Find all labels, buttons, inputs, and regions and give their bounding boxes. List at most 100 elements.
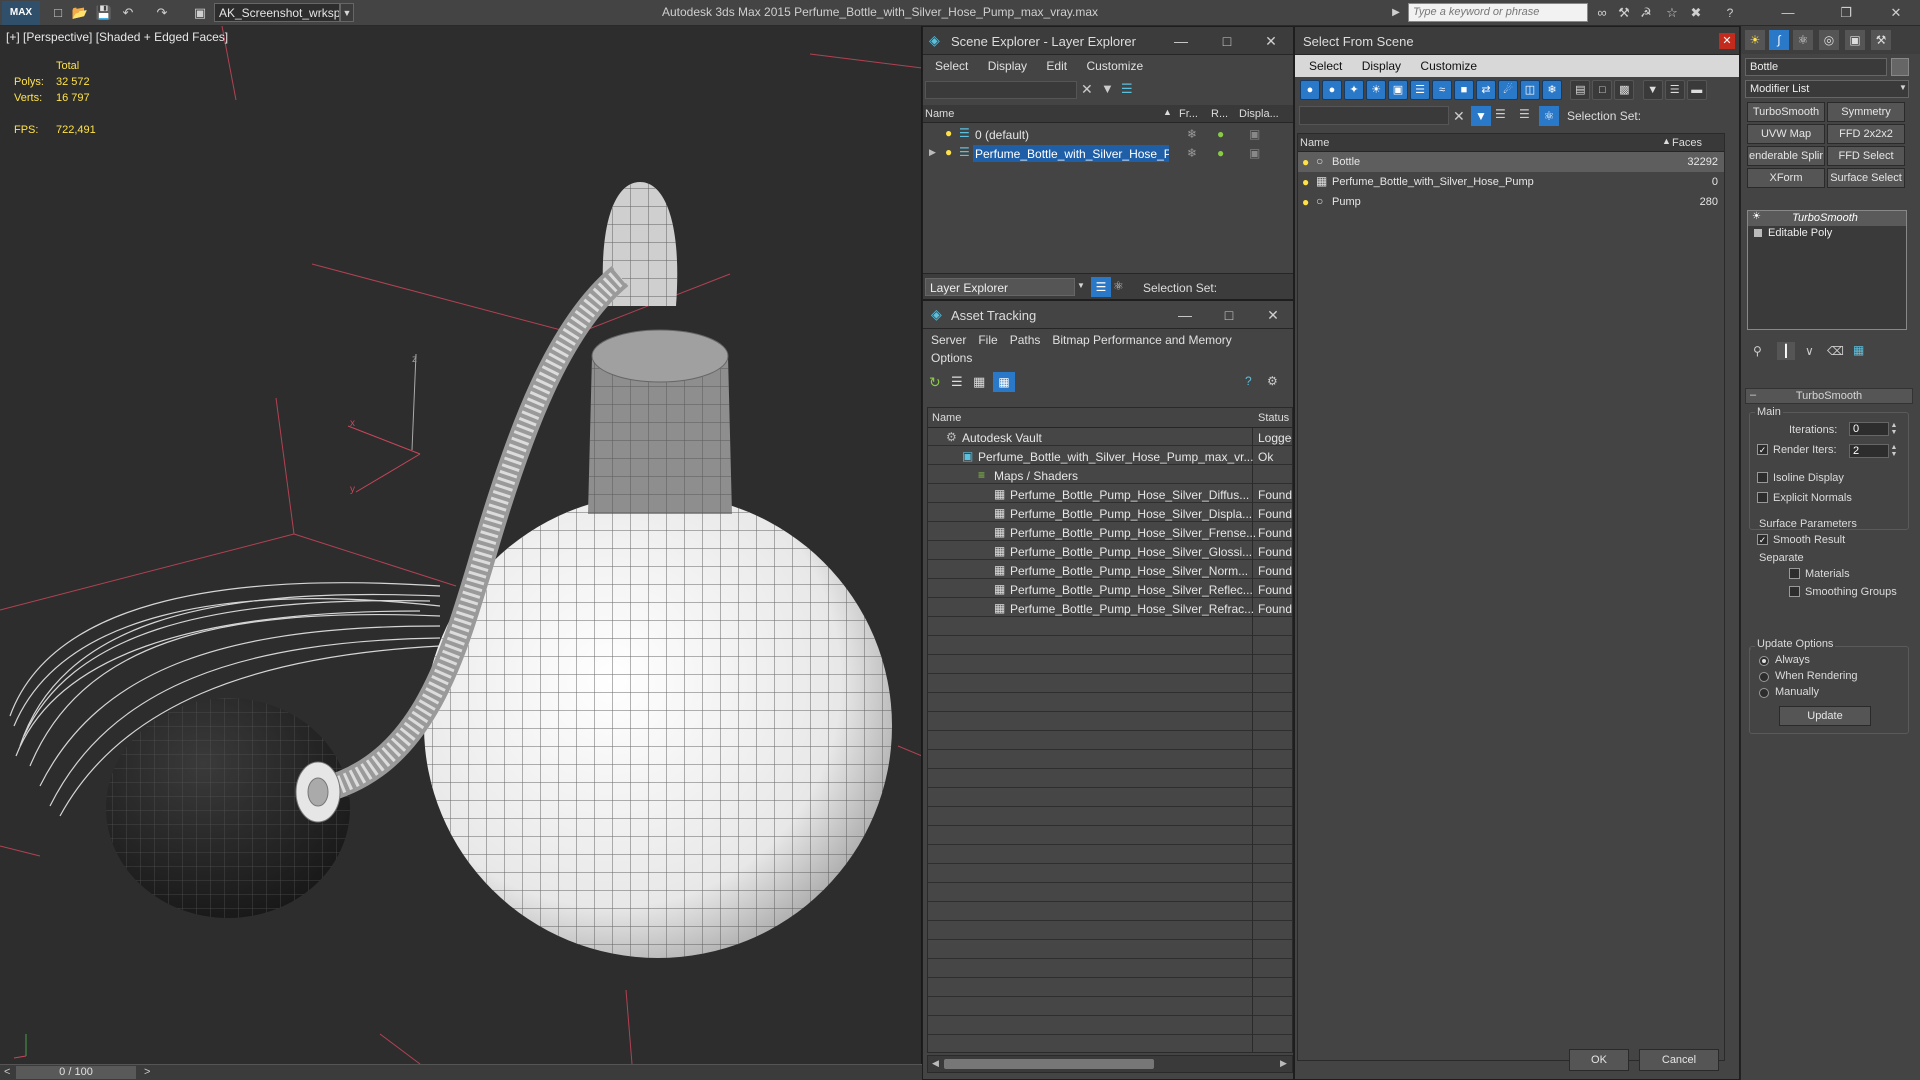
smooth-result-checkbox[interactable]: ✓ xyxy=(1757,534,1768,545)
favorites-star-icon[interactable]: ☆ xyxy=(1662,3,1682,23)
remove-modifier-icon[interactable]: ⌫ xyxy=(1827,345,1844,357)
layers-mode-icon[interactable]: ☰ xyxy=(1091,277,1111,297)
dropdown-arrow-icon[interactable]: ▼ xyxy=(1077,282,1085,290)
settings-icon[interactable]: ⚙ xyxy=(1267,375,1278,387)
menu-display[interactable]: Display xyxy=(980,55,1035,77)
horizontal-scrollbar[interactable]: ◀ ▶ xyxy=(927,1055,1293,1073)
layers-view-icon[interactable]: ☰ xyxy=(1519,108,1530,120)
open-file-icon[interactable]: 📂 xyxy=(70,3,90,23)
subscription-icon[interactable]: ☭ xyxy=(1636,3,1656,23)
column-status[interactable]: Status xyxy=(1258,412,1289,424)
create-tab-icon[interactable]: ☀ xyxy=(1745,30,1765,50)
isoline-display-checkbox[interactable] xyxy=(1757,472,1768,483)
freeze-icon[interactable]: ❄ xyxy=(1187,128,1197,140)
new-file-icon[interactable]: □ xyxy=(48,3,68,23)
display-box-icon[interactable]: ▣ xyxy=(1249,147,1260,159)
surface-select-button[interactable]: Surface Select xyxy=(1827,168,1905,188)
clear-search-icon[interactable]: ✕ xyxy=(1081,82,1093,96)
render-teapot-icon[interactable]: ● xyxy=(1217,128,1224,140)
asset-tracking-titlebar[interactable]: ◈ Asset Tracking — □ ✕ xyxy=(923,301,1293,329)
lightbulb-icon[interactable]: ● xyxy=(1302,196,1309,208)
lightbulb-icon[interactable]: ● xyxy=(945,127,952,139)
hierarchy-tab-icon[interactable]: ⚛ xyxy=(1793,30,1813,50)
menu-server[interactable]: Server xyxy=(925,329,972,351)
layer-row[interactable]: ● ☰ 0 (default) ❄ ● ▣ xyxy=(923,125,1293,144)
asset-row[interactable]: ▦ Perfume_Bottle_Pump_Hose_Silver_Norm...… xyxy=(928,561,1292,580)
scroll-right-icon[interactable]: ▶ xyxy=(1280,1058,1287,1069)
search-arrow-icon[interactable]: ▶ xyxy=(1386,3,1406,23)
keyword-search-input[interactable]: Type a keyword or phrase xyxy=(1408,3,1588,22)
stack-item-editable-poly[interactable]: Editable Poly xyxy=(1748,226,1906,241)
camera-filter-icon[interactable]: ▣ xyxy=(1388,80,1408,100)
layer-stack-icon[interactable]: ☰ xyxy=(1495,108,1506,120)
motion-tab-icon[interactable]: ◎ xyxy=(1819,30,1839,50)
minimize-icon[interactable]: — xyxy=(1778,3,1798,23)
list-view-icon[interactable]: ☰ xyxy=(951,375,963,388)
configure-modifier-sets-icon[interactable]: ▦ xyxy=(1853,344,1864,356)
scene-object-row[interactable]: ● ▦ Perfume_Bottle_with_Silver_Hose_Pump 0 xyxy=(1298,172,1724,192)
lightbulb-icon[interactable]: ● xyxy=(945,146,952,158)
layer-row[interactable]: ▶ ● ☰ Perfume_Bottle_with_Silver_Hose_Pu… xyxy=(923,144,1293,163)
collapse-icon[interactable]: ▬ xyxy=(1686,80,1707,100)
asset-row[interactable]: ≡ Maps / Shaders xyxy=(928,466,1292,485)
menu-select[interactable]: Select xyxy=(1301,55,1350,77)
display-tab-icon[interactable]: ▣ xyxy=(1845,30,1865,50)
close-icon[interactable]: ✕ xyxy=(1719,33,1735,49)
menu-customize[interactable]: Customize xyxy=(1078,55,1151,77)
next-frame-button[interactable]: > xyxy=(144,1066,150,1078)
frozen-filter-icon[interactable]: ❄ xyxy=(1542,80,1562,100)
asset-row[interactable]: ▦ Perfume_Bottle_Pump_Hose_Silver_Refrac.… xyxy=(928,599,1292,618)
spinner-arrows-icon[interactable]: ▲ ▼ xyxy=(1889,422,1899,436)
scroll-thumb[interactable] xyxy=(944,1059,1154,1069)
ffd-2x2x2-button[interactable]: FFD 2x2x2 xyxy=(1827,124,1905,144)
object-color-swatch[interactable] xyxy=(1891,58,1909,76)
materials-checkbox[interactable] xyxy=(1789,568,1800,579)
symmetry-button[interactable]: Symmetry xyxy=(1827,102,1905,122)
spinner-arrows-icon[interactable]: ▲ ▼ xyxy=(1889,444,1899,458)
update-button[interactable]: Update xyxy=(1779,706,1871,726)
menu-edit[interactable]: Edit xyxy=(1038,55,1075,77)
utilities-tab-icon[interactable]: ⚒ xyxy=(1871,30,1891,50)
menu-bitmap-performance[interactable]: Bitmap Performance and Memory xyxy=(1046,329,1237,351)
column-name[interactable]: Name xyxy=(932,412,961,424)
scroll-left-icon[interactable]: ◀ xyxy=(932,1058,939,1069)
dropdown-arrow-icon[interactable]: ▼ xyxy=(1899,84,1907,92)
thumbnail-view-icon[interactable]: ▦ xyxy=(973,375,985,388)
tools-icon[interactable]: ⚒ xyxy=(1614,3,1634,23)
make-unique-icon[interactable]: ∨ xyxy=(1805,345,1814,357)
communication-icon[interactable]: ✖ xyxy=(1686,3,1706,23)
hierarchy-view-icon[interactable]: ⚛ xyxy=(1539,106,1559,126)
menu-customize[interactable]: Customize xyxy=(1412,55,1485,77)
group-filter-icon[interactable]: ■ xyxy=(1454,80,1474,100)
asset-row[interactable]: ▦ Perfume_Bottle_Pump_Hose_Silver_Displa.… xyxy=(928,504,1292,523)
asset-row[interactable]: ▣ Perfume_Bottle_with_Silver_Hose_Pump_ma… xyxy=(928,447,1292,466)
app-menu-button[interactable]: MAX xyxy=(2,1,40,25)
viewport-label-menu[interactable]: [+] [Perspective] [Shaded + Edged Faces] xyxy=(6,30,228,44)
display-all-icon[interactable]: ● xyxy=(1300,80,1320,100)
when-rendering-radio[interactable] xyxy=(1759,672,1769,682)
table-view-icon[interactable]: ▦ xyxy=(993,372,1015,392)
workspace-dropdown-arrow-icon[interactable]: ▼ xyxy=(340,3,354,22)
lightbulb-icon[interactable]: ● xyxy=(1302,156,1309,168)
project-folder-icon[interactable]: ▣ xyxy=(190,3,210,23)
column-frozen[interactable]: Fr... xyxy=(1179,108,1198,120)
scene-explorer-search-input[interactable] xyxy=(925,81,1077,99)
render-teapot-icon[interactable]: ● xyxy=(1217,147,1224,159)
help-icon[interactable]: ? xyxy=(1245,375,1252,387)
iterations-spinner[interactable]: 0 xyxy=(1849,422,1889,436)
binoculars-icon[interactable]: ∞ xyxy=(1592,3,1612,23)
modify-tab-icon[interactable]: ∫ xyxy=(1769,30,1789,50)
renderable-spline-button[interactable]: enderable Splir xyxy=(1747,146,1825,166)
undo-icon[interactable]: ↶ xyxy=(118,3,138,23)
refresh-icon[interactable]: ↻ xyxy=(929,375,941,389)
render-iters-spinner[interactable]: 2 xyxy=(1849,444,1889,458)
column-name[interactable]: Name xyxy=(1300,137,1329,149)
column-faces[interactable]: Faces xyxy=(1672,137,1702,149)
perspective-viewport[interactable]: z x y [+] [Perspective] [Shaded + Edged … xyxy=(0,26,922,1064)
close-icon[interactable]: ✕ xyxy=(1261,31,1281,51)
menu-select[interactable]: Select xyxy=(927,55,976,77)
asset-row[interactable]: ⚙ Autodesk Vault Logged xyxy=(928,428,1292,447)
prev-frame-button[interactable]: < xyxy=(4,1066,10,1078)
smoothing-groups-checkbox[interactable] xyxy=(1789,586,1800,597)
cancel-button[interactable]: Cancel xyxy=(1639,1049,1719,1071)
